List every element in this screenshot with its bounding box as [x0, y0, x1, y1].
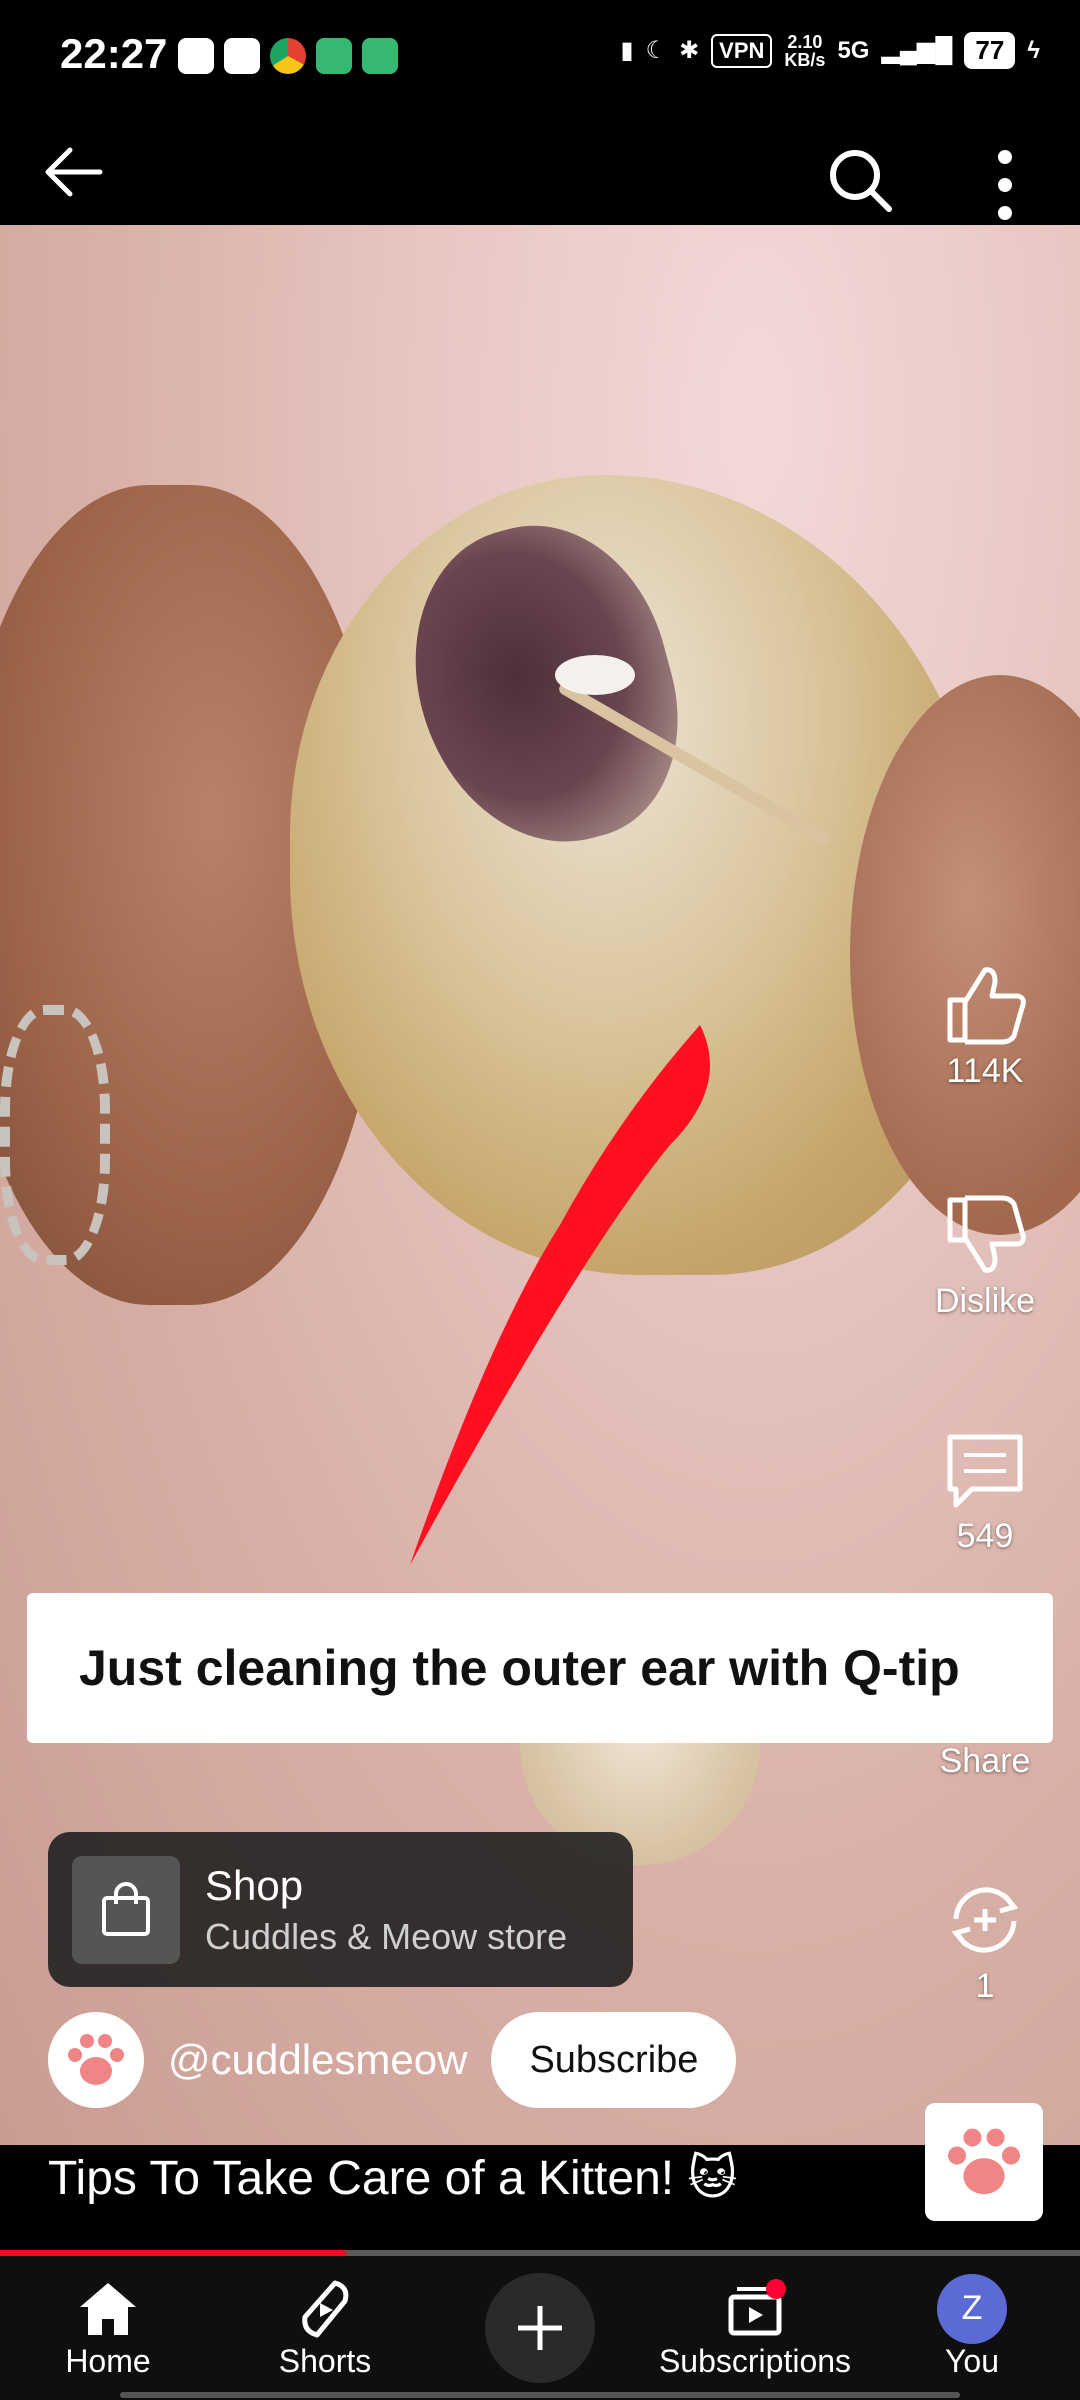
shop-store-name: Cuddles & Meow store	[205, 1915, 568, 1957]
comments-button[interactable]: 549	[910, 1425, 1060, 1556]
bluetooth-icon: ✱	[679, 37, 700, 64]
back-button[interactable]	[40, 142, 110, 202]
profile-avatar: Z	[937, 2273, 1007, 2344]
comments-count: 549	[956, 1517, 1014, 1555]
share-label: Share	[939, 1742, 1031, 1780]
channel-avatar[interactable]	[48, 2012, 144, 2108]
remix-button[interactable]: 1	[910, 1875, 1060, 2006]
comment-icon	[947, 1434, 1023, 1508]
dislike-button[interactable]: Dislike	[910, 1190, 1060, 1321]
app-notification-icon	[224, 38, 260, 74]
chrome-icon	[270, 38, 306, 74]
signal-icon: ▂▄▆█	[881, 37, 953, 64]
shorts-icon	[302, 2280, 349, 2337]
video-caption: Just cleaning the outer ear with Q-tip	[27, 1593, 1053, 1743]
channel-row: @cuddlesmeow Subscribe	[48, 2012, 737, 2108]
share-arrow-icon	[945, 1659, 1027, 1733]
shop-title: Shop	[205, 1861, 304, 1909]
shopping-bag-icon	[72, 1855, 180, 1964]
nav-subscriptions-label: Subscriptions	[658, 2342, 852, 2379]
status-bar: 22:27 ▮ ☾ ✱ VPN 2.10 KB/s 5G ▂▄▆█ 77 ϟ	[0, 0, 1080, 110]
notification-dot	[766, 2278, 786, 2299]
nav-subscriptions[interactable]: Subscriptions	[655, 2256, 855, 2400]
paw-print-icon	[68, 2034, 124, 2085]
nav-create[interactable]	[440, 2256, 640, 2400]
video-bracelet	[0, 1005, 110, 1265]
thumbs-down-icon	[947, 1195, 1026, 1273]
speed-value: 2.10	[787, 31, 823, 52]
status-time: 22:27	[60, 30, 168, 77]
red-pointer-graphic	[410, 1025, 710, 1565]
sound-thumbnail[interactable]	[925, 2103, 1043, 2221]
more-vertical-icon	[998, 150, 1012, 220]
video-title[interactable]: Tips To Take Care of a Kitten! 🐱	[48, 2150, 737, 2206]
vpn-badge: VPN	[711, 33, 773, 68]
charging-icon: ϟ	[1027, 36, 1040, 64]
app-notification-icon	[362, 38, 398, 74]
nav-you-label: You	[945, 2342, 999, 2379]
shop-card[interactable]: Shop Cuddles & Meow store	[48, 1832, 633, 1987]
like-count: 114K	[946, 1052, 1024, 1090]
remix-icon	[951, 1887, 1019, 1953]
network-type: 5G	[837, 36, 870, 64]
home-icon	[80, 2282, 136, 2335]
nav-you[interactable]: Z You	[872, 2256, 1072, 2400]
notification-icons	[178, 38, 398, 74]
nav-home-label: Home	[65, 2342, 151, 2379]
like-button[interactable]: 114K	[910, 960, 1060, 1091]
remix-count: 1	[975, 1967, 995, 2005]
caption-text: Just cleaning the outer ear with Q-tip	[79, 1640, 960, 1696]
dnd-moon-icon: ☾	[645, 37, 668, 64]
network-speed: 2.10 KB/s	[784, 33, 825, 69]
paw-print-icon	[948, 2128, 1020, 2195]
arrow-left-icon	[45, 147, 103, 197]
search-button[interactable]	[825, 145, 895, 215]
nav-home[interactable]: Home	[8, 2256, 208, 2400]
status-indicators: ▮ ☾ ✱ VPN 2.10 KB/s 5G ▂▄▆█ 77 ϟ	[620, 32, 1040, 69]
share-button[interactable]: Share	[910, 1650, 1060, 1781]
video-qtip-head	[555, 655, 635, 695]
plus-icon	[518, 2306, 562, 2350]
gesture-bar	[120, 2392, 960, 2398]
app-notification-icon	[316, 38, 352, 74]
thumbs-up-icon	[947, 967, 1026, 1045]
battery-level: 77	[964, 32, 1016, 69]
search-icon	[830, 150, 892, 212]
more-options-button[interactable]	[985, 145, 1025, 225]
top-app-bar	[0, 110, 1080, 225]
subscribe-button[interactable]: Subscribe	[491, 2012, 737, 2108]
channel-handle[interactable]: @cuddlesmeow	[168, 2036, 467, 2084]
bottom-navigation: Home Shorts Subscriptions Z You	[0, 2256, 1080, 2400]
nav-shorts-label: Shorts	[278, 2342, 372, 2379]
app-notification-icon	[178, 38, 214, 74]
dislike-label: Dislike	[934, 1282, 1036, 1320]
nav-shorts[interactable]: Shorts	[225, 2256, 425, 2400]
speed-unit: KB/s	[784, 49, 826, 70]
vibrate-icon: ▮	[620, 37, 634, 64]
